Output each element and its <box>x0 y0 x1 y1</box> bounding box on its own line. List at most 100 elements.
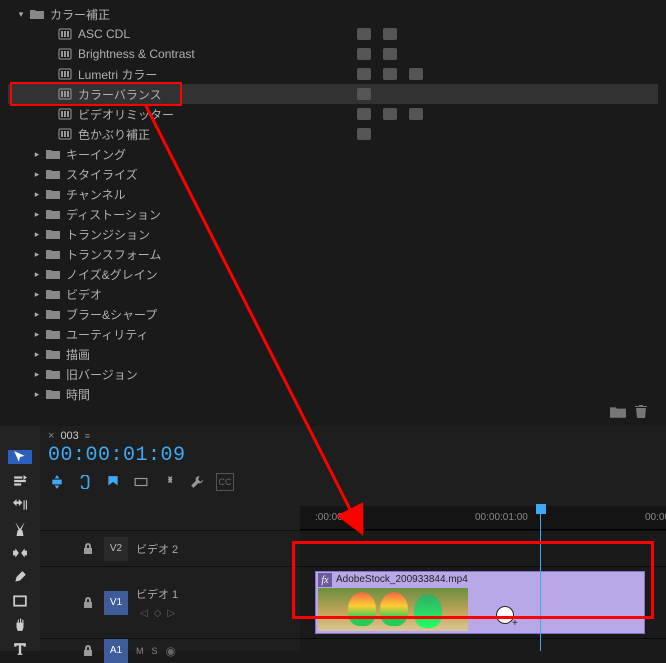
lane-a1[interactable] <box>300 638 666 662</box>
accelerated-badge-icon <box>356 67 372 81</box>
tracks-zone: V2 ビデオ 2 V1 ビデオ 1 ◁◇▷ A1 M <box>40 506 666 651</box>
track-controls[interactable]: ◁ ◇ ▷ <box>136 608 178 619</box>
effect-lumetri-color[interactable]: Lumetri カラー <box>8 64 658 84</box>
disclosure-right-icon: ▸ <box>32 149 42 160</box>
disclosure-right-icon: ▸ <box>32 389 42 400</box>
snap-icon[interactable] <box>48 473 66 491</box>
folder-item[interactable]: ▸ ノイズ&グレイン <box>8 264 658 284</box>
marker-icon[interactable] <box>104 473 122 491</box>
type-tool[interactable] <box>8 642 32 656</box>
folder-icon <box>46 288 60 300</box>
effect-video-limiter[interactable]: ビデオリミッター <box>8 104 658 124</box>
pen-tool[interactable] <box>8 570 32 584</box>
playhead-handle[interactable] <box>536 504 546 514</box>
folder-icon <box>46 388 60 400</box>
badges <box>356 27 398 41</box>
fx-badge-icon[interactable]: fx <box>318 573 332 587</box>
time-ruler[interactable]: :00:00 00:00:01:00 00:00:02:00 <box>300 506 666 530</box>
sequence-tab[interactable]: × 003 ≡ <box>40 426 666 442</box>
badges <box>356 47 398 61</box>
ruler-tick: 00:00:01:00 <box>475 512 528 523</box>
folder-item[interactable]: ▸スタイライズ <box>8 164 658 184</box>
folder-item[interactable]: ▸ビデオ <box>8 284 658 304</box>
disclosure-right-icon: ▸ <box>32 229 42 240</box>
delete-icon[interactable] <box>634 405 648 422</box>
folder-item[interactable]: ▸ディストーション <box>8 204 658 224</box>
folder-label: ノイズ&グレイン <box>66 266 158 283</box>
folder-icon <box>46 168 60 180</box>
track-header-a1[interactable]: A1 M S ◉ <box>40 638 300 662</box>
effect-label: Lumetri カラー <box>78 66 157 83</box>
folder-icon <box>46 328 60 340</box>
slip-tool[interactable] <box>8 546 32 560</box>
folder-item[interactable]: ▸トランジション <box>8 224 658 244</box>
disclosure-right-icon: ▸ <box>32 169 42 180</box>
linked-selection-icon[interactable] <box>76 473 94 491</box>
cc-icon[interactable]: CC <box>216 473 234 491</box>
selection-tool[interactable] <box>8 450 32 464</box>
v2-toggle[interactable]: V2 <box>104 537 128 561</box>
effect-tint[interactable]: 色かぶり補正 <box>8 124 658 144</box>
effect-label: Brightness & Contrast <box>78 47 195 61</box>
folder-icon <box>46 368 60 380</box>
effect-color-balance[interactable]: カラーバランス <box>8 84 658 104</box>
next-keyframe-icon[interactable]: ▷ <box>167 608 175 619</box>
video-clip[interactable]: fx AdobeStock_200933844.mp4 + <box>315 571 645 634</box>
disclosure-right-icon: ▸ <box>32 369 42 380</box>
lane-v2[interactable] <box>300 530 666 566</box>
folder-item[interactable]: ▸ 時間 <box>8 384 658 404</box>
folder-item[interactable]: ▸トランスフォーム <box>8 244 658 264</box>
tool-palette <box>0 426 40 651</box>
disclosure-right-icon: ▸ <box>32 269 42 280</box>
effect-label: ビデオリミッター <box>78 106 174 123</box>
new-bin-icon[interactable] <box>610 405 626 422</box>
folder-label: トランスフォーム <box>66 246 161 263</box>
hand-tool[interactable] <box>8 618 32 632</box>
folder-item[interactable]: ▸ブラー&シャープ <box>8 304 658 324</box>
folder-color-correction[interactable]: ▾ カラー補正 <box>8 4 658 24</box>
playhead[interactable] <box>540 506 541 651</box>
insert-overwrite-icon[interactable] <box>132 473 150 491</box>
track-name: ビデオ 2 <box>136 541 178 557</box>
effect-asc-cdl[interactable]: ASC CDL <box>8 24 658 44</box>
close-icon[interactable]: × <box>48 430 54 442</box>
lane-v1[interactable]: fx AdobeStock_200933844.mp4 + <box>300 566 666 638</box>
track-header-v2[interactable]: V2 ビデオ 2 <box>40 530 300 566</box>
folder-item[interactable]: ▸チャンネル <box>8 184 658 204</box>
keyframe-icon[interactable]: ◇ <box>154 608 162 619</box>
disclosure-right-icon: ▸ <box>32 349 42 360</box>
folder-label: 時間 <box>66 386 90 403</box>
track-lanes[interactable]: :00:00 00:00:01:00 00:00:02:00 fx AdobeS… <box>300 506 666 651</box>
folder-item[interactable]: ▸描画 <box>8 344 658 364</box>
ripple-edit-tool[interactable] <box>8 498 32 512</box>
folder-item[interactable]: ▸キーイング <box>8 144 658 164</box>
lock-icon[interactable] <box>80 595 96 611</box>
clip-filename: AdobeStock_200933844.mp4 <box>336 574 468 585</box>
folder-item[interactable]: ▸ 旧バージョン <box>8 364 658 384</box>
effect-preset-icon <box>58 128 72 140</box>
lock-icon[interactable] <box>80 541 96 557</box>
track-header-v1[interactable]: V1 ビデオ 1 ◁ ◇ ▷ <box>40 566 300 638</box>
sequence-name: 003 <box>60 430 78 442</box>
folder-item[interactable]: ▸ユーティリティ <box>8 324 658 344</box>
track-select-tool[interactable] <box>8 474 32 488</box>
razor-tool[interactable] <box>8 522 32 536</box>
tab-menu-icon[interactable]: ≡ <box>85 431 90 441</box>
prev-keyframe-icon[interactable]: ◁ <box>140 608 148 619</box>
folder-icon <box>46 248 60 260</box>
timeline-main: × 003 ≡ 00:00:01:09 CC V2 ビデオ 2 <box>40 426 666 651</box>
folder-label: 旧バージョン <box>66 366 138 383</box>
rectangle-tool[interactable] <box>8 594 32 608</box>
accelerated-badge-icon <box>356 127 372 141</box>
v1-toggle[interactable]: V1 <box>104 591 128 615</box>
track-name: ビデオ 1 <box>136 586 178 602</box>
badges <box>356 67 424 81</box>
effect-brightness-contrast[interactable]: Brightness & Contrast <box>8 44 658 64</box>
ruler-tick: :00:00 <box>315 512 343 523</box>
panel-footer <box>610 405 648 422</box>
settings-icon[interactable] <box>160 473 178 491</box>
timecode-display[interactable]: 00:00:01:09 <box>40 442 666 467</box>
wrench-icon[interactable] <box>188 473 206 491</box>
badges <box>356 107 424 121</box>
folder-label: ビデオ <box>66 286 102 303</box>
